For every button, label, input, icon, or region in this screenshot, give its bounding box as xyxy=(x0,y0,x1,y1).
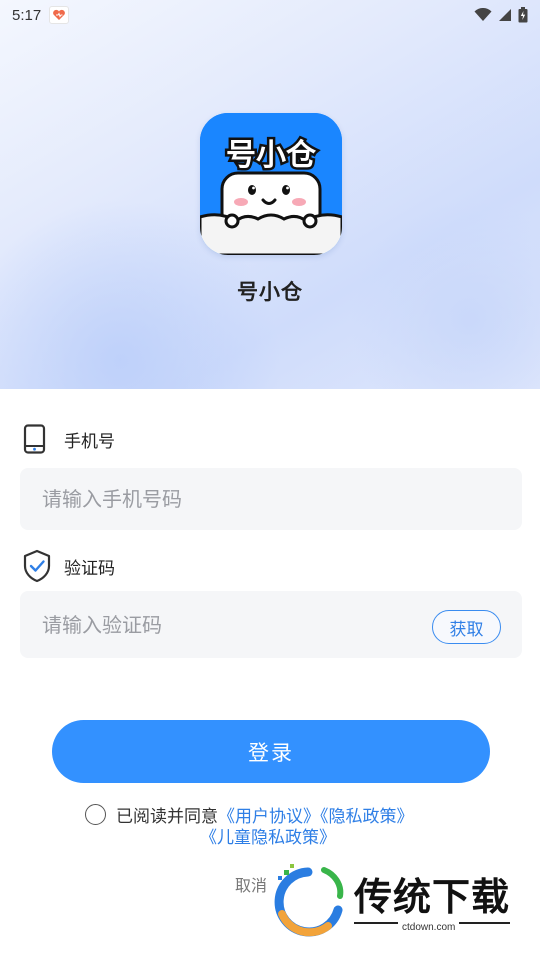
notification-app-icon xyxy=(49,6,70,24)
phone-icon xyxy=(23,424,46,454)
code-label: 验证码 xyxy=(64,558,115,579)
battery-icon xyxy=(518,7,528,23)
cancel-button[interactable]: 取消 xyxy=(235,872,267,896)
watermark: 传统下载 ctdown.com xyxy=(268,862,518,940)
wifi-icon xyxy=(474,8,492,21)
phone-label-row: 手机号 xyxy=(22,424,115,454)
phone-input[interactable] xyxy=(42,487,422,511)
code-label-row: 验证码 xyxy=(22,549,115,583)
app-name: 号小仓 xyxy=(237,280,303,304)
status-time: 5:17 xyxy=(12,6,42,24)
watermark-logo-icon xyxy=(274,864,344,937)
watermark-text: 传统下载 xyxy=(354,875,511,919)
code-input[interactable] xyxy=(42,612,342,637)
phone-label: 手机号 xyxy=(64,431,115,452)
status-indicators xyxy=(474,7,528,23)
shield-check-icon xyxy=(23,549,51,583)
logo-text: 号小仓 xyxy=(226,138,317,173)
status-bar: 5:17 xyxy=(0,0,540,30)
phone-input-box[interactable] xyxy=(20,468,522,530)
agreement-checkbox[interactable] xyxy=(85,804,106,825)
child-privacy-link[interactable]: 《儿童隐私政策》 xyxy=(200,823,336,848)
login-button[interactable]: 登录 xyxy=(52,720,490,783)
watermark-url: ctdown.com xyxy=(398,922,460,933)
app-logo: 号小仓 xyxy=(200,113,342,255)
get-code-button[interactable]: 获取 xyxy=(432,610,501,644)
signal-icon xyxy=(499,9,511,21)
